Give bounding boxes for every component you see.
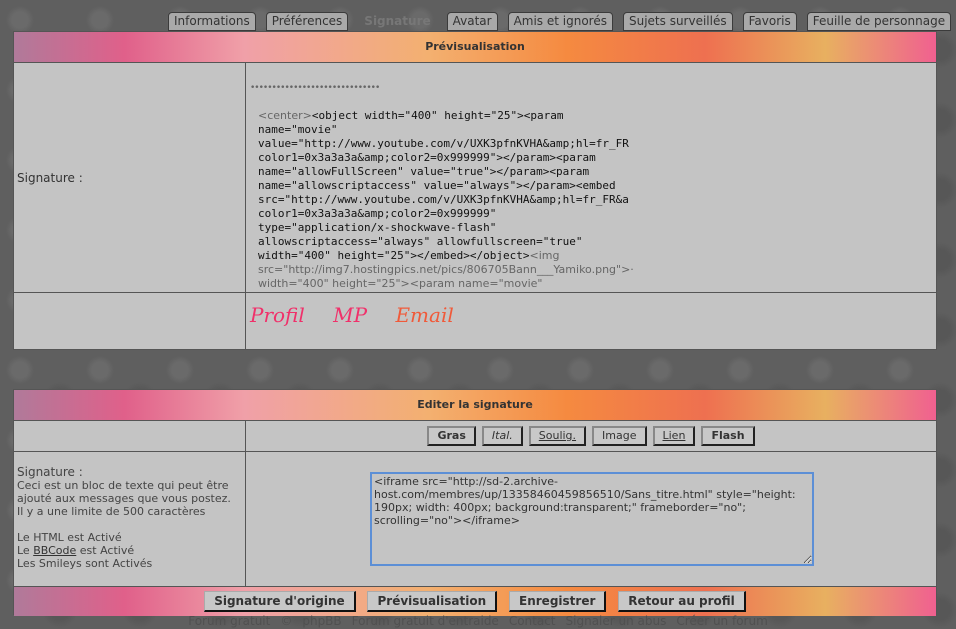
- code-gray: <center>: [258, 109, 312, 122]
- signature-code: <center><object width="400" height="25">…: [246, 63, 936, 291]
- code-text: color1=0x3a3a3a&amp;color2=0x999999"></p…: [258, 151, 596, 164]
- underline-button[interactable]: Soulig.: [528, 426, 587, 446]
- tab-avatar[interactable]: Avatar: [446, 12, 498, 31]
- save-button[interactable]: Enregistrer: [509, 591, 607, 612]
- code-text: width="400" height="25"></embed></object…: [258, 249, 530, 262]
- bbcode-link[interactable]: BBCode: [33, 544, 76, 557]
- html-status: Le HTML est Activé: [17, 531, 122, 544]
- code-gray: width="400" height="25"><param name="mov…: [258, 277, 543, 290]
- image-button[interactable]: Image: [592, 426, 647, 446]
- italic-button[interactable]: Ital.: [481, 426, 523, 446]
- code-text: name="allowFullScreen" value="true"></pa…: [258, 165, 590, 178]
- pm-link[interactable]: MP: [333, 303, 367, 327]
- preview-panel: Prévisualisation Signature : •••••••••••…: [13, 31, 937, 350]
- footer-link[interactable]: Créer un forum: [676, 614, 767, 628]
- code-gray: src="http://img7.hostingpics.net/pics/80…: [258, 263, 634, 276]
- profile-link[interactable]: Profil: [250, 303, 305, 327]
- code-text: type="application/x-shockwave-flash": [258, 221, 497, 234]
- back-to-profile-button[interactable]: Retour au profil: [618, 591, 746, 612]
- signature-label: Signature :: [17, 465, 83, 479]
- code-text: value="http://www.youtube.com/v/UXK3pfnK…: [258, 137, 629, 150]
- code-text: name="movie": [258, 123, 338, 136]
- bbcode-status: Le BBCode est Activé: [17, 544, 135, 557]
- dots-divider: ••••••••••••••••••••••••••••••: [250, 83, 380, 93]
- tab-character-sheet[interactable]: Feuille de personnage: [806, 12, 952, 31]
- description-line: Il y a une limite de 500 caractères: [17, 505, 206, 518]
- footer-links: Forum gratuit © phpBB Forum gratuit d'entra…: [0, 614, 956, 628]
- signature-label: Signature :: [14, 63, 246, 292]
- code-text: allowscriptaccess="always" allowfullscre…: [258, 235, 583, 248]
- tab-signature[interactable]: Signature: [358, 12, 436, 31]
- code-text: <object width="400" height="25"><param: [311, 109, 564, 122]
- footer-link[interactable]: Forum gratuit d'entraide: [352, 614, 499, 628]
- footer-link[interactable]: Forum gratuit: [188, 614, 270, 628]
- tab-watched[interactable]: Sujets surveillés: [622, 12, 733, 31]
- code-gray: <img: [529, 249, 560, 262]
- description-line: Ceci est un bloc de texte qui peut être: [17, 479, 229, 492]
- footer-link[interactable]: Contact: [509, 614, 556, 628]
- footer-link[interactable]: phpBB: [302, 614, 341, 628]
- footer-link[interactable]: Signaler un abus: [566, 614, 667, 628]
- link-button[interactable]: Lien: [652, 426, 696, 446]
- tab-friends[interactable]: Amis et ignorés: [507, 12, 613, 31]
- bold-button[interactable]: Gras: [427, 426, 476, 446]
- email-link[interactable]: Email: [395, 303, 453, 327]
- code-text: color1=0x3a3a3a&amp;color2=0x999999": [258, 207, 497, 220]
- code-text: src="http://www.youtube.com/v/UXK3pfnKVH…: [258, 193, 629, 206]
- smileys-status: Les Smileys sont Activés: [17, 557, 153, 570]
- tab-favorites[interactable]: Favoris: [742, 12, 797, 31]
- preview-button[interactable]: Prévisualisation: [367, 591, 498, 612]
- tab-preferences[interactable]: Préférences: [265, 12, 349, 31]
- description-line: ajouté aux messages que vous postez.: [17, 492, 231, 505]
- original-signature-button[interactable]: Signature d'origine: [204, 591, 356, 612]
- tab-informations[interactable]: Informations: [168, 12, 256, 31]
- edit-title: Editer la signature: [14, 390, 936, 420]
- edit-panel: Editer la signature Gras Ital. Soulig. I…: [13, 389, 937, 616]
- profile-tabs: Informations Préférences Signature Avata…: [168, 12, 952, 31]
- copyright: ©: [280, 614, 293, 628]
- preview-title: Prévisualisation: [14, 32, 936, 62]
- flash-button[interactable]: Flash: [701, 426, 755, 446]
- signature-textarea[interactable]: [370, 472, 814, 566]
- code-text: name="allowscriptaccess" value="always">…: [258, 179, 616, 192]
